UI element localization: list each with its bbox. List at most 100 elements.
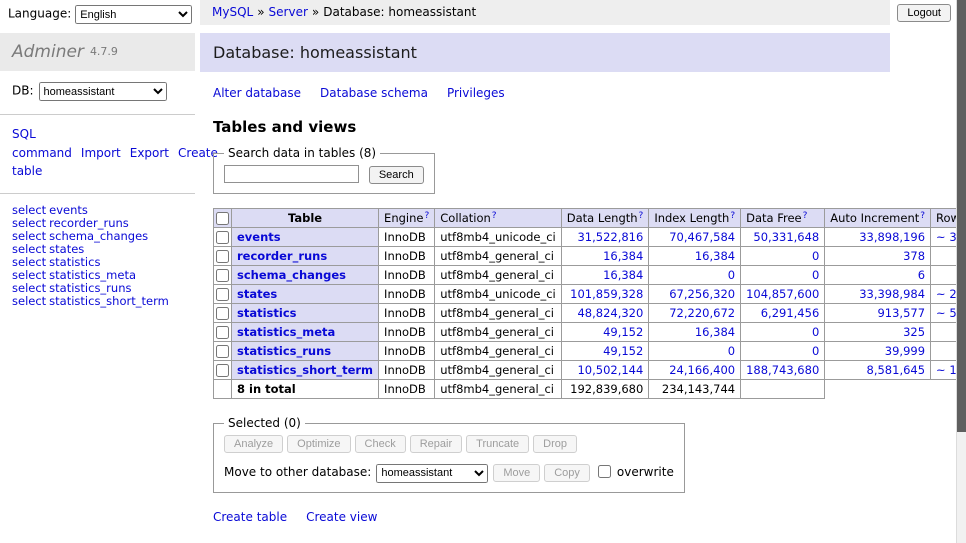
breadcrumb-mysql-link[interactable]: MySQL (212, 5, 253, 19)
move-db-select[interactable]: homeassistant (376, 464, 488, 483)
select-link[interactable]: select (12, 268, 46, 282)
table-link[interactable]: events (49, 203, 88, 217)
language-select[interactable]: English (75, 5, 192, 24)
overwrite-checkbox[interactable] (598, 465, 611, 478)
table-link[interactable]: schema_changes (49, 229, 148, 243)
auto-increment-link[interactable]: 33,898,196 (859, 230, 925, 244)
version-link[interactable]: 4.7.9 (90, 45, 118, 58)
database-nav-link[interactable]: Alter database (213, 86, 301, 100)
help-link-icon[interactable]: ? (639, 211, 644, 221)
index-length-link[interactable]: 0 (728, 268, 735, 282)
row-select-checkbox[interactable] (216, 345, 229, 358)
selected-action-button[interactable]: Truncate (466, 435, 529, 453)
row-select-checkbox[interactable] (216, 307, 229, 320)
help-link-icon[interactable]: ? (424, 211, 429, 221)
auto-increment-link[interactable]: 39,999 (885, 344, 925, 358)
select-link[interactable]: select (12, 294, 46, 308)
sidebar-menu-link[interactable]: SQL command (12, 127, 72, 160)
auto-increment-link[interactable]: 913,577 (877, 306, 925, 320)
table-name-link[interactable]: statistics_meta (237, 325, 335, 339)
data-free-link[interactable]: 50,331,648 (753, 230, 819, 244)
select-link[interactable]: select (12, 281, 46, 295)
table-name-link[interactable]: statistics_runs (237, 344, 331, 358)
selected-action-button[interactable]: Optimize (287, 435, 350, 453)
data-length-link[interactable]: 16,384 (603, 249, 643, 263)
auto-increment-link[interactable]: 325 (903, 325, 925, 339)
row-select-checkbox[interactable] (216, 250, 229, 263)
selected-action-button[interactable]: Repair (410, 435, 462, 453)
select-link[interactable]: select (12, 229, 46, 243)
table-name-link[interactable]: statistics (237, 306, 297, 320)
data-free-link[interactable]: 104,857,600 (746, 287, 819, 301)
help-link-icon[interactable]: ? (803, 211, 808, 221)
data-free-link[interactable]: 0 (812, 249, 819, 263)
select-link[interactable]: select (12, 242, 46, 256)
index-length-link[interactable]: 16,384 (695, 249, 735, 263)
create-link[interactable]: Create view (306, 510, 377, 524)
index-length-link[interactable]: 16,384 (695, 325, 735, 339)
data-free-link[interactable]: 0 (812, 344, 819, 358)
row-select-checkbox[interactable] (216, 364, 229, 377)
breadcrumb-server-link[interactable]: Server (269, 5, 308, 19)
overwrite-label[interactable]: overwrite (617, 465, 674, 479)
auto-increment-link[interactable]: 6 (918, 268, 925, 282)
index-length-link[interactable]: 70,467,584 (669, 230, 735, 244)
logout-button[interactable]: Logout (897, 4, 951, 22)
select-link[interactable]: select (12, 216, 46, 230)
data-length-link[interactable]: 48,824,320 (577, 306, 643, 320)
help-link-icon[interactable]: ? (730, 211, 735, 221)
index-length-link[interactable]: 24,166,400 (669, 363, 735, 377)
data-length-link[interactable]: 10,502,144 (577, 363, 643, 377)
data-length-link[interactable]: 49,152 (603, 344, 643, 358)
table-link[interactable]: statistics_short_term (49, 294, 169, 308)
selected-action-button[interactable]: Check (355, 435, 406, 453)
data-free-link[interactable]: 0 (812, 268, 819, 282)
auto-increment-link[interactable]: 8,581,645 (867, 363, 926, 377)
vertical-scrollbar[interactable] (956, 0, 966, 543)
data-free-link[interactable]: 188,743,680 (746, 363, 819, 377)
row-select-checkbox[interactable] (216, 288, 229, 301)
table-name-link[interactable]: schema_changes (237, 268, 346, 282)
search-button[interactable]: Search (369, 166, 424, 184)
index-length-link[interactable]: 72,220,672 (669, 306, 735, 320)
data-length-link[interactable]: 101,859,328 (570, 287, 643, 301)
row-select-checkbox[interactable] (216, 326, 229, 339)
move-button[interactable]: Move (493, 464, 540, 482)
adminer-home-link[interactable]: Adminer (12, 42, 84, 62)
help-link-icon[interactable]: ? (492, 211, 497, 221)
table-link[interactable]: recorder_runs (49, 216, 129, 230)
table-name-link[interactable]: statistics_short_term (237, 363, 373, 377)
scrollbar-thumb[interactable] (957, 0, 966, 432)
database-nav-link[interactable]: Privileges (447, 86, 505, 100)
selected-action-button[interactable]: Drop (533, 435, 577, 453)
index-length-link[interactable]: 0 (728, 344, 735, 358)
db-select[interactable]: homeassistant (39, 82, 167, 101)
row-select-checkbox[interactable] (216, 231, 229, 244)
auto-increment-link[interactable]: 33,398,984 (859, 287, 925, 301)
select-all-checkbox[interactable] (216, 212, 229, 225)
table-link[interactable]: statistics_meta (49, 268, 136, 282)
sidebar-menu-link[interactable]: Import (81, 146, 121, 160)
selected-action-button[interactable]: Analyze (224, 435, 283, 453)
help-link-icon[interactable]: ? (920, 211, 925, 221)
sidebar-menu-link[interactable]: Export (130, 146, 169, 160)
table-name-link[interactable]: states (237, 287, 277, 301)
data-free-link[interactable]: 0 (812, 325, 819, 339)
data-length-link[interactable]: 16,384 (603, 268, 643, 282)
select-link[interactable]: select (12, 255, 46, 269)
data-length-link[interactable]: 49,152 (603, 325, 643, 339)
search-input[interactable] (224, 165, 359, 183)
auto-increment-link[interactable]: 378 (903, 249, 925, 263)
database-nav-link[interactable]: Database schema (320, 86, 428, 100)
table-link[interactable]: states (49, 242, 84, 256)
table-link[interactable]: statistics (49, 255, 100, 269)
select-link[interactable]: select (12, 203, 46, 217)
table-name-link[interactable]: events (237, 230, 281, 244)
copy-button[interactable]: Copy (544, 464, 590, 482)
create-link[interactable]: Create table (213, 510, 287, 524)
table-name-link[interactable]: recorder_runs (237, 249, 327, 263)
table-link[interactable]: statistics_runs (49, 281, 131, 295)
index-length-link[interactable]: 67,256,320 (669, 287, 735, 301)
row-select-checkbox[interactable] (216, 269, 229, 282)
data-free-link[interactable]: 6,291,456 (761, 306, 820, 320)
